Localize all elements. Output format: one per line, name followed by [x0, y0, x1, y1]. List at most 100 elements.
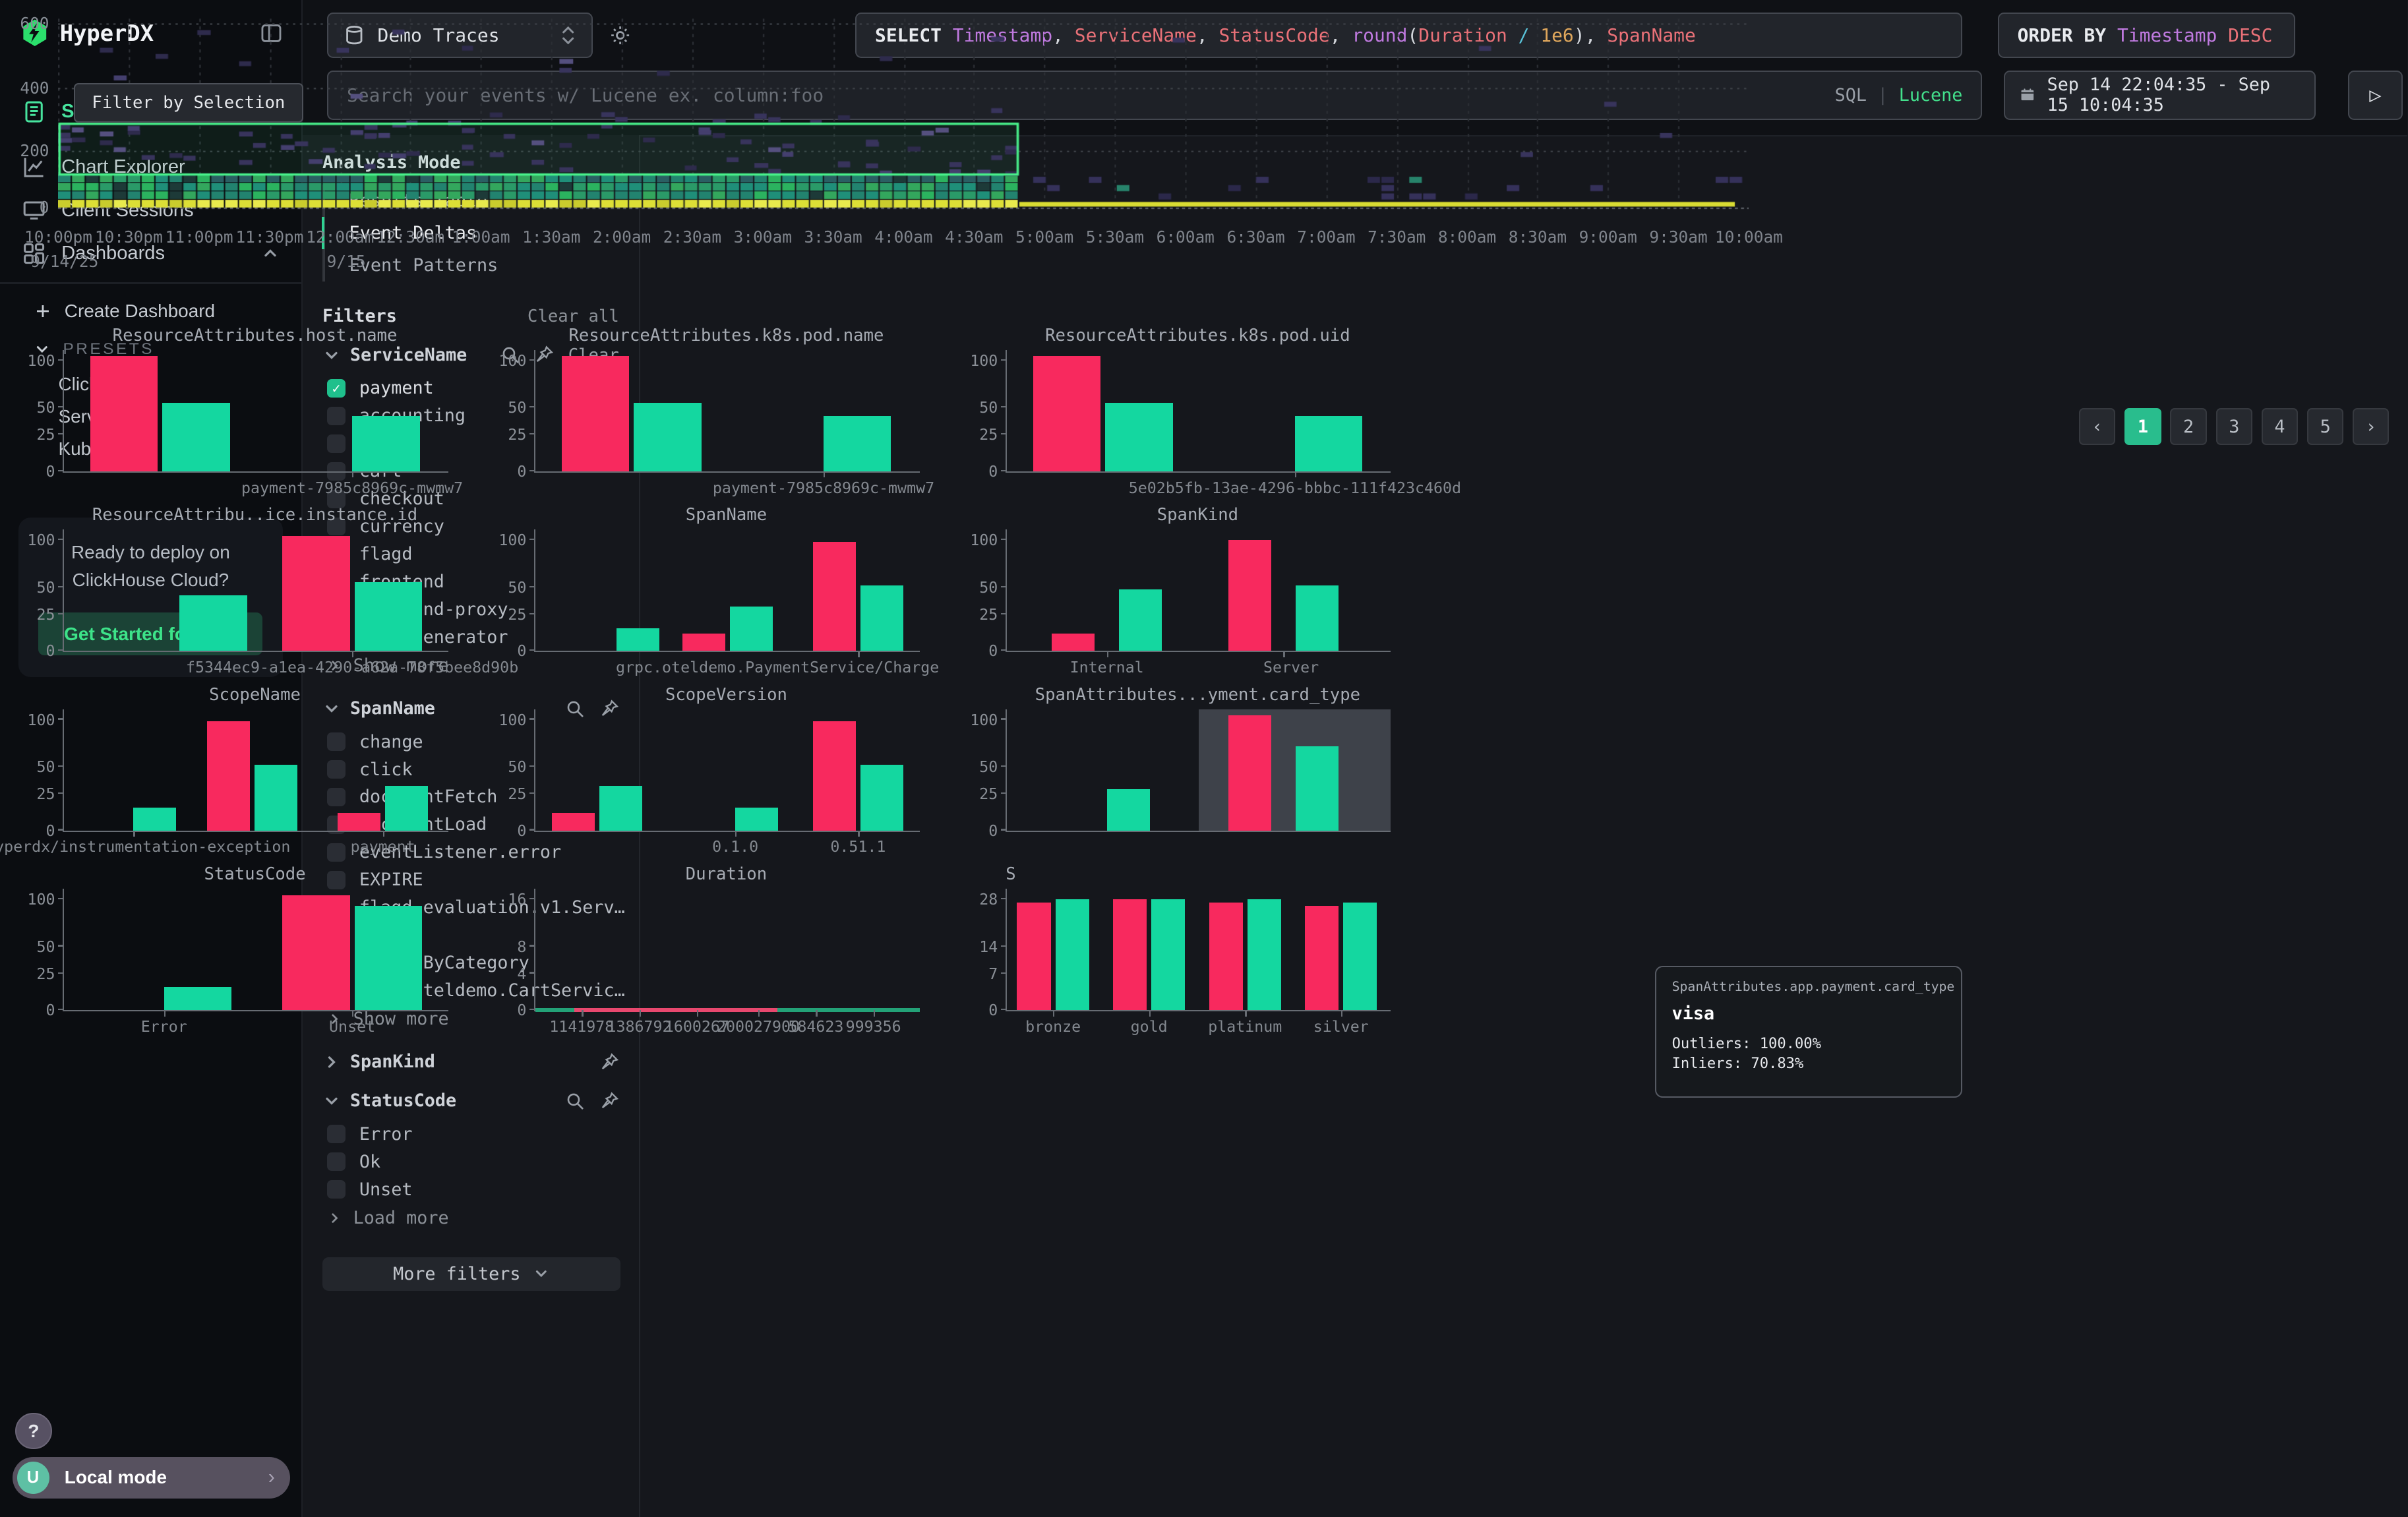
bar-pink[interactable]: [1033, 356, 1100, 471]
help-button[interactable]: ?: [15, 1413, 51, 1449]
bar-pink[interactable]: [1017, 903, 1050, 1010]
filter-by-selection-button[interactable]: Filter by Selection: [74, 83, 303, 123]
bar-group[interactable]: [682, 607, 773, 651]
bar-teal[interactable]: [1343, 903, 1377, 1010]
bar-group[interactable]: [282, 536, 422, 651]
more-filters-button[interactable]: More filters: [322, 1257, 620, 1291]
bar-teal[interactable]: [162, 403, 229, 471]
bar-teal[interactable]: [1296, 585, 1339, 651]
bar-group[interactable]: [1209, 899, 1281, 1010]
bar-teal[interactable]: [1296, 746, 1339, 831]
bar-pink[interactable]: [1305, 906, 1339, 1010]
bar-group[interactable]: [1107, 789, 1150, 830]
bar-teal[interactable]: [1107, 789, 1150, 830]
query-language-toggle[interactable]: SQL | Lucene: [1835, 85, 1963, 105]
run-query-button[interactable]: ▷: [2348, 71, 2403, 120]
time-range-picker[interactable]: Sep 14 22:04:35 - Sep 15 10:04:35: [2004, 71, 2316, 120]
bar-teal[interactable]: [860, 765, 903, 831]
checkbox[interactable]: [327, 1125, 346, 1143]
pagination-page-2[interactable]: 2: [2170, 408, 2206, 444]
bar-group[interactable]: [1033, 356, 1173, 471]
bar-teal[interactable]: [1151, 899, 1185, 1010]
bar-teal[interactable]: [255, 765, 297, 831]
bar-teal[interactable]: [1105, 403, 1172, 471]
filter-group-statuscode[interactable]: StatusCode: [322, 1090, 619, 1111]
bar-teal[interactable]: [355, 906, 422, 1011]
bar-teal[interactable]: [1119, 589, 1162, 651]
bar-group[interactable]: [1113, 899, 1185, 1010]
bar-teal[interactable]: [860, 585, 903, 651]
bar-group[interactable]: [735, 808, 778, 831]
bar-group[interactable]: [1052, 589, 1162, 651]
pagination-page-4[interactable]: 4: [2262, 408, 2298, 444]
bar-pink[interactable]: [90, 356, 158, 471]
bar-pink[interactable]: [813, 721, 856, 830]
pagination-page-1[interactable]: 1: [2124, 408, 2161, 444]
bar-group[interactable]: [1295, 416, 1362, 471]
bar-teal[interactable]: [355, 582, 422, 651]
bar-teal[interactable]: [634, 403, 701, 471]
filter-option-ok[interactable]: Ok: [322, 1148, 619, 1175]
bar-group[interactable]: [179, 595, 247, 651]
events-heatmap[interactable]: [58, 13, 1749, 214]
bar-group[interactable]: [552, 786, 642, 831]
bar-group[interactable]: [133, 808, 176, 831]
bar-group[interactable]: [562, 356, 702, 471]
bar-pink[interactable]: [562, 356, 629, 471]
bar-group[interactable]: [824, 416, 891, 471]
lucene-toggle[interactable]: Lucene: [1899, 85, 1963, 105]
bar-group[interactable]: [338, 786, 428, 831]
sql-toggle[interactable]: SQL: [1835, 85, 1867, 105]
bar-teal[interactable]: [730, 607, 773, 651]
checkbox[interactable]: [327, 1152, 346, 1171]
pin-icon[interactable]: [599, 1091, 619, 1111]
bar-pink[interactable]: [682, 634, 725, 651]
bar-pink[interactable]: [1228, 540, 1271, 651]
clear-all-button[interactable]: Clear all: [527, 307, 619, 326]
pagination-page-5[interactable]: 5: [2307, 408, 2343, 444]
show-more-button[interactable]: Load more: [322, 1203, 619, 1232]
bar-teal[interactable]: [824, 416, 891, 471]
bar-group[interactable]: [352, 416, 419, 471]
bar-pink[interactable]: [1228, 715, 1271, 831]
filter-option-error[interactable]: Error: [322, 1120, 619, 1148]
bar-pink[interactable]: [1209, 903, 1243, 1010]
bar-pink[interactable]: [1052, 634, 1095, 651]
bar-group[interactable]: [813, 721, 903, 830]
bar-group[interactable]: [207, 721, 297, 830]
bar-pink[interactable]: [282, 895, 349, 1011]
user-menu[interactable]: U Local mode ›: [13, 1457, 290, 1499]
bar-teal[interactable]: [599, 786, 642, 831]
filter-option-unset[interactable]: Unset: [322, 1175, 619, 1203]
bar-pink[interactable]: [813, 542, 856, 651]
bar-pink[interactable]: [338, 813, 380, 831]
bar-pink[interactable]: [552, 813, 595, 831]
search-icon[interactable]: [565, 1091, 585, 1111]
bar-group[interactable]: [282, 895, 422, 1011]
analysis-mode-event-patterns[interactable]: Event Patterns: [322, 249, 618, 282]
order-by-input[interactable]: ORDER BY Timestamp DESC: [1998, 13, 2296, 59]
bar-teal[interactable]: [1295, 416, 1362, 471]
bar-teal[interactable]: [352, 416, 419, 471]
bar-group[interactable]: [1228, 540, 1339, 651]
pagination-prev[interactable]: ‹: [2079, 408, 2115, 444]
filter-group-spankind[interactable]: SpanKind: [322, 1052, 619, 1072]
bar-group[interactable]: [617, 628, 659, 651]
bar-teal[interactable]: [1056, 899, 1089, 1010]
pagination-next[interactable]: ›: [2353, 408, 2389, 444]
bar-teal[interactable]: [735, 808, 778, 831]
create-dashboard-button[interactable]: Create Dashboard: [0, 291, 301, 330]
bar-teal[interactable]: [385, 786, 428, 831]
checkbox[interactable]: [327, 1180, 346, 1199]
pagination-page-3[interactable]: 3: [2216, 408, 2252, 444]
bar-teal[interactable]: [164, 987, 231, 1010]
bar-teal[interactable]: [617, 628, 659, 651]
bar-pink[interactable]: [1113, 899, 1147, 1010]
pin-icon[interactable]: [599, 1052, 619, 1072]
bar-teal[interactable]: [1248, 899, 1281, 1010]
bar-group[interactable]: [1228, 715, 1339, 831]
bar-group[interactable]: [813, 542, 903, 651]
bar-group[interactable]: [1305, 903, 1377, 1010]
bar-group[interactable]: [164, 987, 231, 1010]
bar-teal[interactable]: [179, 595, 247, 651]
